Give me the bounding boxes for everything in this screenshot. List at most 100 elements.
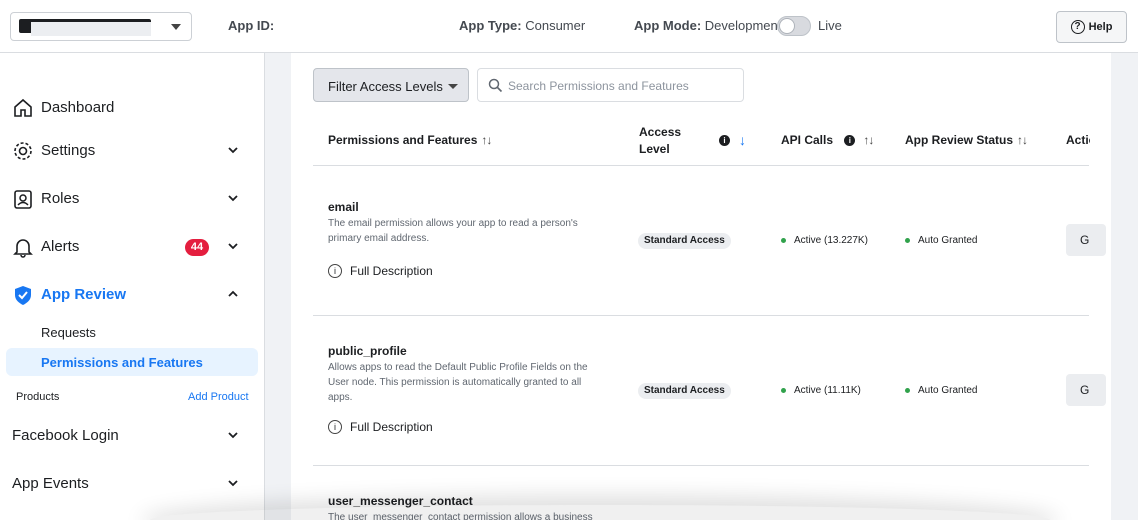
help-button[interactable]: ? Help (1056, 11, 1127, 43)
sidebar-item-label: App Events (12, 475, 89, 492)
search-input[interactable] (508, 76, 736, 96)
permission-name: public_profile (328, 344, 407, 358)
sidebar-subitem-label: Permissions and Features (41, 355, 203, 370)
sidebar-subitem-requests[interactable]: Requests (41, 325, 96, 340)
status-text: Auto Granted (918, 235, 978, 246)
sidebar-item-dashboard[interactable]: Dashboard (0, 87, 265, 127)
review-status: Auto Granted (905, 385, 977, 396)
column-header-permissions[interactable]: Permissions and Features ↑↓ (328, 133, 492, 147)
header-label: Permissions and Features (328, 133, 478, 147)
sidebar-item-roles[interactable]: Roles (0, 178, 265, 218)
chevron-down-icon (228, 432, 238, 439)
divider (313, 465, 1089, 466)
api-calls-status: Active (11.11K) (781, 385, 861, 396)
bell-icon (13, 239, 33, 258)
sort-icon: ↑↓ (481, 133, 492, 147)
search-box (477, 68, 744, 102)
app-id-label: App ID: (228, 18, 275, 33)
sidebar-item-alerts[interactable]: Alerts 44 (0, 226, 265, 266)
status-text: Active (13.227K) (794, 235, 868, 246)
review-status: Auto Granted (905, 235, 977, 246)
header-label: App Review Status (905, 133, 1014, 147)
sidebar-subitem-permissions[interactable]: Permissions and Features (6, 348, 258, 376)
access-level-info[interactable]: i (719, 133, 730, 147)
top-bar: App ID: App Type: Consumer App Mode: Dev… (0, 0, 1138, 53)
sidebar-item-label: Settings (41, 142, 96, 159)
help-label: Help (1088, 21, 1113, 33)
chevron-up-icon (228, 290, 238, 297)
sidebar-item-label: Facebook Login (12, 427, 119, 444)
permission-description: The email permission allows your app to … (328, 218, 578, 244)
main-panel: Filter Access Levels Permissions and Fea… (291, 53, 1111, 520)
add-product-link[interactable]: Add Product (188, 391, 249, 403)
sort-desc-icon[interactable]: ↓ (739, 132, 746, 148)
full-description-label: Full Description (350, 420, 433, 434)
info-icon: i (844, 135, 856, 146)
info-outline-icon: i (328, 264, 342, 278)
filter-access-levels-button[interactable]: Filter Access Levels (313, 68, 469, 102)
chevron-down-icon (228, 243, 238, 250)
header-label: API Calls (781, 133, 834, 147)
button-label: G (1080, 383, 1090, 397)
app-type: App Type: Consumer (459, 18, 586, 33)
gear-icon (14, 142, 32, 160)
divider (313, 165, 1089, 166)
column-header-api-calls[interactable]: API Calls i ↑↓ (781, 133, 874, 147)
shield-icon (15, 286, 31, 305)
header-label-line2: Level (639, 142, 670, 156)
sidebar-item-label: Roles (41, 190, 80, 207)
access-level-badge: Standard Access (638, 233, 731, 249)
chevron-down-icon (228, 480, 238, 487)
column-header-actions: Actions (1066, 133, 1090, 147)
home-icon (14, 98, 32, 117)
get-access-button[interactable]: G (1066, 224, 1106, 256)
column-header-review-status[interactable]: App Review Status ↑↓ (905, 133, 1028, 147)
status-dot (781, 238, 786, 243)
sidebar-item-label: Dashboard (41, 99, 115, 116)
sidebar-item-app-review[interactable]: App Review (0, 274, 265, 314)
status-text: Active (11.11K) (794, 385, 861, 396)
column-header-access-level[interactable]: Access Level (639, 124, 681, 158)
chevron-down-icon (228, 147, 238, 154)
full-description-link[interactable]: i Full Description (328, 264, 433, 278)
status-dot (781, 388, 786, 393)
permission-name: email (328, 200, 359, 214)
caret-down-icon (171, 24, 181, 30)
get-access-button[interactable]: G (1066, 374, 1106, 406)
info-outline-icon: i (328, 420, 342, 434)
button-label: G (1080, 233, 1090, 247)
sidebar-item-label: App Review (41, 286, 127, 303)
sidebar-item-label: Alerts (41, 238, 80, 255)
sidebar-item-app-events[interactable]: App Events (0, 463, 265, 503)
info-icon: i (719, 135, 730, 146)
caret-down-icon (448, 84, 458, 89)
divider (313, 315, 1089, 316)
sort-icon: ↑↓ (863, 133, 874, 147)
sort-icon: ↑↓ (1017, 133, 1028, 147)
sidebar: Dashboard Settings Roles Alerts 44 App R… (0, 53, 265, 520)
live-label: Live (818, 18, 842, 33)
permission-description: Allows apps to read the Default Public P… (328, 362, 588, 403)
status-dot (905, 238, 910, 243)
sidebar-item-settings[interactable]: Settings (0, 130, 265, 170)
app-mode: App Mode: Development (634, 18, 782, 33)
products-heading: Products (16, 391, 60, 403)
search-icon (488, 78, 503, 93)
status-dot (905, 388, 910, 393)
sidebar-item-facebook-login[interactable]: Facebook Login (0, 415, 265, 455)
app-mode-toggle[interactable] (777, 16, 811, 36)
toggle-knob (779, 18, 795, 34)
full-description-label: Full Description (350, 264, 433, 278)
status-text: Auto Granted (918, 385, 978, 396)
api-calls-status: Active (13.227K) (781, 235, 868, 246)
header-label: Access (639, 125, 682, 139)
full-description-link[interactable]: i Full Description (328, 420, 433, 434)
filter-label: Filter Access Levels (328, 79, 443, 94)
roles-icon (14, 190, 32, 209)
app-selector[interactable] (10, 12, 192, 41)
alerts-count-badge: 44 (185, 239, 209, 256)
redacted-overlay (31, 22, 151, 36)
chevron-down-icon (228, 195, 238, 202)
access-level-badge: Standard Access (638, 383, 731, 399)
question-icon: ? (1070, 20, 1085, 34)
